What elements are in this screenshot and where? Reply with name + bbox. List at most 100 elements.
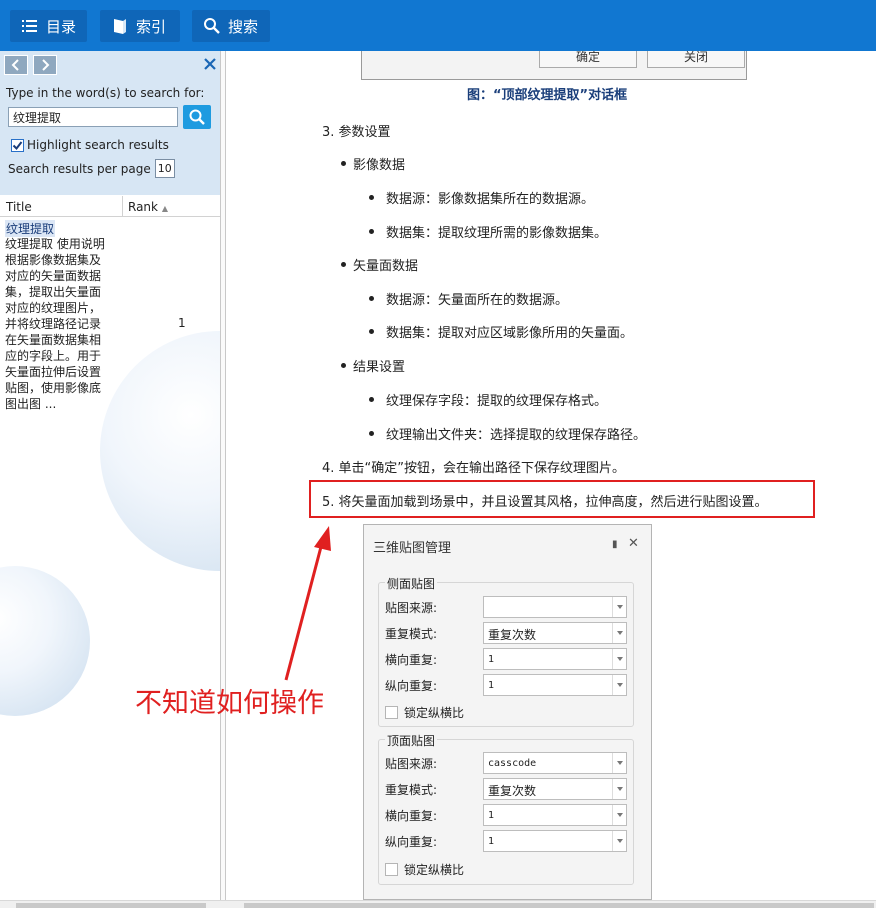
- globe-decoration: [0, 566, 90, 716]
- top-v-combo: 1: [483, 830, 627, 852]
- chevron-down-icon: [612, 779, 626, 799]
- top-texture-group: 顶面贴图 贴图来源: casscode 重复模式: 重复次数 横向重复: 1 纵…: [378, 732, 634, 885]
- highlight-option: Highlight search results: [11, 138, 169, 152]
- section-image-data: 影像数据: [353, 158, 406, 173]
- sort-up-icon: ▲: [161, 204, 168, 213]
- results-per-page: Search results per page 10: [8, 159, 175, 178]
- chevron-down-icon: [612, 675, 626, 695]
- forward-button[interactable]: [33, 55, 57, 75]
- pin-icon: ▮: [612, 539, 618, 550]
- bullet: [369, 431, 374, 436]
- section-result-settings: 结果设置: [353, 360, 406, 375]
- lock-checkbox: [385, 863, 398, 876]
- search-tab-button[interactable]: 搜索: [192, 10, 270, 42]
- chevron-down-icon: [612, 623, 626, 643]
- col-rank-label: Rank: [128, 200, 158, 214]
- texture-manager-dialog: 三维贴图管理 ▮ ✕ 侧面贴图 贴图来源: 重复模式: 重复次数 横向重复: 1…: [363, 524, 652, 900]
- result-description: 纹理提取 使用说明 根据影像数据集及 对应的矢量面数据 集，提取出矢量面 对应的…: [5, 237, 105, 411]
- texture-field: 纹理保存字段：提取的纹理保存格式。: [386, 394, 608, 409]
- top-toolbar: 目录 索引 搜索: [0, 0, 876, 51]
- scrollbar-thumb-left[interactable]: [16, 903, 206, 908]
- results-header: Title Rank ▲: [0, 196, 220, 217]
- combo-value: 重复次数: [488, 628, 537, 642]
- col-title[interactable]: Title: [6, 200, 32, 214]
- bullet: [369, 296, 374, 301]
- check-icon: [12, 140, 23, 150]
- side-source-label: 贴图来源:: [385, 601, 438, 615]
- close-button: 关闭: [647, 51, 745, 68]
- result-title-link[interactable]: 纹理提取: [5, 220, 56, 237]
- side-mode-label: 重复模式:: [385, 627, 438, 641]
- image-dataset: 数据集：提取纹理所需的影像数据集。: [386, 226, 608, 241]
- chevron-down-icon: [612, 649, 626, 669]
- horizontal-scrollbar[interactable]: [0, 900, 876, 908]
- search-panel: Type in the word(s) to search for: Highl…: [0, 51, 220, 900]
- bullet: [369, 195, 374, 200]
- combo-value: casscode: [488, 758, 537, 769]
- close-icon: [204, 58, 216, 70]
- vector-datasource: 数据源：矢量面所在的数据源。: [386, 293, 569, 308]
- col-rank[interactable]: Rank ▲: [128, 200, 168, 214]
- toc-button[interactable]: 目录: [10, 10, 87, 42]
- top-h-combo: 1: [483, 804, 627, 826]
- close-panel-button[interactable]: [203, 57, 217, 71]
- side-v-label: 纵向重复:: [385, 679, 438, 693]
- chevron-right-icon: [42, 59, 50, 71]
- texture-folder: 纹理输出文件夹：选择提取的纹理保存路径。: [386, 428, 647, 443]
- top-h-label: 横向重复:: [385, 809, 438, 823]
- lock-label: 锁定纵横比: [404, 706, 465, 720]
- bullet: [369, 329, 374, 334]
- top-lock-row: 锁定纵横比: [385, 861, 464, 878]
- bullet: [369, 397, 374, 402]
- search-form: Type in the word(s) to search for: Highl…: [0, 51, 220, 195]
- dialog-title: 三维贴图管理: [373, 541, 452, 556]
- lock-checkbox: [385, 706, 398, 719]
- chevron-down-icon: [612, 753, 626, 773]
- extract-dialog-screenshot: 确定 关闭: [361, 51, 747, 80]
- bullet: [341, 161, 346, 166]
- combo-value: 1: [488, 836, 495, 847]
- list-icon: [21, 17, 39, 35]
- back-button[interactable]: [4, 55, 28, 75]
- scrollbar-thumb-right[interactable]: [244, 903, 874, 908]
- top-group-legend: 顶面贴图: [385, 732, 438, 749]
- results-per-page-input[interactable]: 10: [154, 159, 175, 178]
- image-datasource: 数据源：影像数据集所在的数据源。: [386, 192, 595, 207]
- search-go-button[interactable]: [183, 105, 211, 129]
- side-source-combo: [483, 596, 627, 618]
- side-mode-combo: 重复次数: [483, 622, 627, 644]
- highlight-label: Highlight search results: [27, 138, 169, 152]
- ok-button: 确定: [539, 51, 637, 68]
- combo-value: 重复次数: [488, 784, 537, 798]
- index-button[interactable]: 索引: [100, 10, 180, 42]
- document-view: 确定 关闭 图：“顶部纹理提取”对话框 3. 参数设置 影像数据 数据源：影像数…: [227, 51, 876, 900]
- top-source-combo: casscode: [483, 752, 627, 774]
- chevron-down-icon: [612, 597, 626, 617]
- bullet: [341, 363, 346, 368]
- column-separator[interactable]: [122, 196, 123, 216]
- top-mode-combo: 重复次数: [483, 778, 627, 800]
- chevron-down-icon: [612, 805, 626, 825]
- index-label: 索引: [136, 17, 167, 36]
- search-tab-label: 搜索: [228, 17, 259, 36]
- panel-splitter[interactable]: [220, 51, 226, 908]
- results-per-page-label: Search results per page: [8, 161, 151, 176]
- globe-decoration: [100, 331, 220, 571]
- combo-value: 1: [488, 810, 495, 821]
- step-4: 4. 单击“确定”按钮，会在输出路径下保存纹理图片。: [322, 461, 626, 476]
- combo-value: 1: [488, 680, 495, 691]
- toc-label: 目录: [46, 17, 77, 36]
- search-icon: [189, 109, 205, 125]
- side-texture-group: 侧面贴图 贴图来源: 重复模式: 重复次数 横向重复: 1 纵向重复: 1 锁定…: [378, 575, 634, 727]
- chevron-down-icon: [612, 831, 626, 851]
- section-vector-data: 矢量面数据: [353, 259, 419, 274]
- chevron-left-icon: [11, 59, 19, 71]
- search-input[interactable]: [8, 107, 178, 127]
- result-rank: 1: [178, 316, 186, 330]
- search-icon: [203, 17, 221, 35]
- side-h-combo: 1: [483, 648, 627, 670]
- highlight-checkbox[interactable]: [11, 138, 24, 152]
- lock-label: 锁定纵横比: [404, 863, 465, 877]
- side-group-legend: 侧面贴图: [385, 575, 438, 592]
- top-mode-label: 重复模式:: [385, 783, 438, 797]
